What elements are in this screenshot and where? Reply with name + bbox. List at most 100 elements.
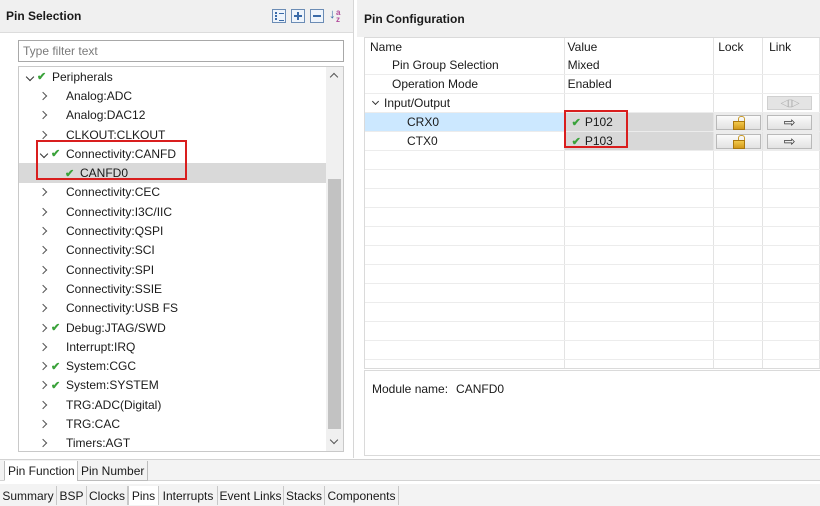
chevron-right-icon[interactable] bbox=[37, 129, 51, 141]
tab-event-links[interactable]: Event Links bbox=[218, 486, 284, 505]
tree-item[interactable]: ✔TRG:CAC bbox=[19, 414, 327, 433]
row-name: CRX0 bbox=[365, 113, 565, 131]
empty-cell bbox=[565, 246, 715, 264]
scroll-thumb[interactable] bbox=[328, 179, 341, 429]
link-button[interactable]: ⇨ bbox=[767, 114, 813, 130]
tree-item-label: TRG:ADC(Digital) bbox=[66, 397, 162, 412]
check-icon: ✔ bbox=[51, 379, 61, 392]
tree-item[interactable]: ✔Interrupt:IRQ bbox=[19, 337, 327, 356]
chevron-right-icon[interactable] bbox=[37, 322, 51, 334]
tree-item[interactable]: ✔Connectivity:SSIE bbox=[19, 279, 327, 298]
tree-item[interactable]: ✔CLKOUT:CLKOUT bbox=[19, 125, 327, 144]
column-header-lock[interactable]: Lock bbox=[714, 38, 764, 56]
tree-list: ✔Peripherals✔Analog:ADC✔Analog:DAC12✔CLK… bbox=[19, 67, 327, 451]
column-header-value[interactable]: Value bbox=[565, 38, 715, 56]
sort-alphabetical-icon[interactable] bbox=[329, 6, 345, 23]
row-lock bbox=[714, 75, 764, 93]
collapse-all-icon[interactable] bbox=[310, 9, 324, 23]
chevron-down-icon[interactable] bbox=[37, 148, 51, 160]
row-value[interactable]: ✔ P103 bbox=[564, 132, 715, 150]
chevron-right-icon[interactable] bbox=[37, 186, 51, 198]
tree-item[interactable]: ✔ Connectivity:CANFD bbox=[19, 144, 327, 163]
empty-cell bbox=[565, 265, 715, 283]
show-hierarchy-icon[interactable] bbox=[272, 9, 286, 23]
pin-selection-toolbar bbox=[272, 6, 345, 23]
table-row-pin-ctx0[interactable]: CTX0 ✔ P103 ⇨ bbox=[365, 132, 820, 151]
tree-item[interactable]: ✔ System:CGC bbox=[19, 356, 327, 375]
tree-item[interactable]: ✔Analog:ADC bbox=[19, 86, 327, 105]
tab-interrupts[interactable]: Interrupts bbox=[159, 486, 218, 505]
chevron-right-icon[interactable] bbox=[37, 302, 51, 314]
pin-value: P103 bbox=[584, 134, 613, 148]
tab-bsp[interactable]: BSP bbox=[57, 486, 87, 505]
lock-button[interactable] bbox=[716, 114, 762, 130]
empty-cell bbox=[714, 151, 764, 169]
empty-cell bbox=[763, 246, 820, 264]
table-row[interactable]: Operation Mode Enabled bbox=[365, 75, 820, 94]
tree-item[interactable]: ✔ Debug:JTAG/SWD bbox=[19, 318, 327, 337]
row-value[interactable]: ✔ P102 bbox=[564, 113, 715, 131]
empty-row bbox=[365, 151, 820, 170]
column-header-link[interactable]: Link bbox=[763, 38, 820, 56]
tree-item[interactable]: ✔Connectivity:QSPI bbox=[19, 221, 327, 240]
chevron-right-icon[interactable] bbox=[37, 341, 51, 353]
group-label: Input/Output bbox=[384, 96, 451, 110]
expand-all-icon[interactable] bbox=[291, 9, 305, 23]
column-header-name[interactable]: Name bbox=[365, 38, 565, 56]
tree-item[interactable]: ✔ System:SYSTEM bbox=[19, 376, 327, 395]
tree-item[interactable]: ✔ CANFD0 bbox=[19, 163, 327, 183]
table-row-group[interactable]: Input/Output ◁▯▷ bbox=[365, 94, 820, 113]
tree-item[interactable]: ✔Connectivity:SPI bbox=[19, 260, 327, 279]
tab-pin-function[interactable]: Pin Function bbox=[4, 461, 79, 481]
editor-tabs: Summary BSP Clocks Pins Interrupts Event… bbox=[0, 484, 820, 506]
empty-cell bbox=[565, 360, 715, 368]
link-button[interactable]: ⇨ bbox=[767, 133, 813, 149]
tree-item[interactable]: ✔Timers:AGT bbox=[19, 434, 327, 451]
tab-summary[interactable]: Summary bbox=[0, 486, 57, 505]
empty-cell bbox=[565, 208, 715, 226]
chevron-right-icon[interactable] bbox=[37, 360, 51, 372]
chevron-right-icon[interactable] bbox=[37, 379, 51, 391]
empty-cell bbox=[565, 322, 715, 340]
empty-row bbox=[365, 227, 820, 246]
chevron-right-icon[interactable] bbox=[37, 264, 51, 276]
tree-scrollbar[interactable] bbox=[326, 67, 343, 451]
chevron-right-icon[interactable] bbox=[37, 206, 51, 218]
chevron-right-icon[interactable] bbox=[37, 109, 51, 121]
tree-item[interactable]: ✔Connectivity:SCI bbox=[19, 241, 327, 260]
tree-item-label: Analog:DAC12 bbox=[66, 108, 146, 123]
chevron-right-icon[interactable] bbox=[37, 244, 51, 256]
tab-components[interactable]: Components bbox=[325, 486, 399, 505]
tab-stacks[interactable]: Stacks bbox=[284, 486, 325, 505]
tree-item[interactable]: ✔Connectivity:CEC bbox=[19, 183, 327, 202]
tree-item[interactable]: ✔TRG:ADC(Digital) bbox=[19, 395, 327, 414]
check-icon: ✔ bbox=[51, 322, 61, 334]
tree-item-label: Connectivity:QSPI bbox=[66, 224, 164, 239]
chevron-right-icon[interactable] bbox=[37, 225, 51, 237]
tab-pins[interactable]: Pins bbox=[128, 486, 159, 505]
chevron-right-icon[interactable] bbox=[37, 283, 51, 295]
chevron-right-icon[interactable] bbox=[37, 90, 51, 102]
tree-item[interactable]: ✔Analog:DAC12 bbox=[19, 106, 327, 125]
scroll-down-button[interactable] bbox=[326, 434, 343, 451]
table-row-pin-crx0[interactable]: CRX0 ✔ P102 ⇨ bbox=[365, 113, 820, 132]
tab-clocks[interactable]: Clocks bbox=[87, 486, 128, 505]
chevron-right-icon[interactable] bbox=[37, 437, 51, 449]
table-row[interactable]: Pin Group Selection Mixed bbox=[365, 56, 820, 75]
row-value[interactable]: Enabled bbox=[565, 75, 715, 93]
chevron-right-icon[interactable] bbox=[37, 399, 51, 411]
chevron-right-icon[interactable] bbox=[37, 418, 51, 430]
tab-pin-number[interactable]: Pin Number bbox=[77, 461, 149, 481]
row-value[interactable]: Mixed bbox=[565, 56, 715, 74]
arrow-right-icon: ⇨ bbox=[783, 133, 796, 149]
lock-button[interactable] bbox=[716, 133, 762, 149]
row-value bbox=[565, 94, 715, 112]
tree-item[interactable]: ✔ Peripherals bbox=[19, 67, 327, 86]
tree-item[interactable]: ✔Connectivity:USB FS bbox=[19, 299, 327, 318]
row-link bbox=[763, 56, 820, 74]
chevron-down-icon[interactable] bbox=[23, 71, 37, 83]
filter-input[interactable] bbox=[18, 40, 344, 62]
tree-item[interactable]: ✔Connectivity:I3C/IIC bbox=[19, 202, 327, 221]
scroll-up-button[interactable] bbox=[326, 67, 343, 84]
chevron-down-icon[interactable] bbox=[371, 97, 380, 105]
